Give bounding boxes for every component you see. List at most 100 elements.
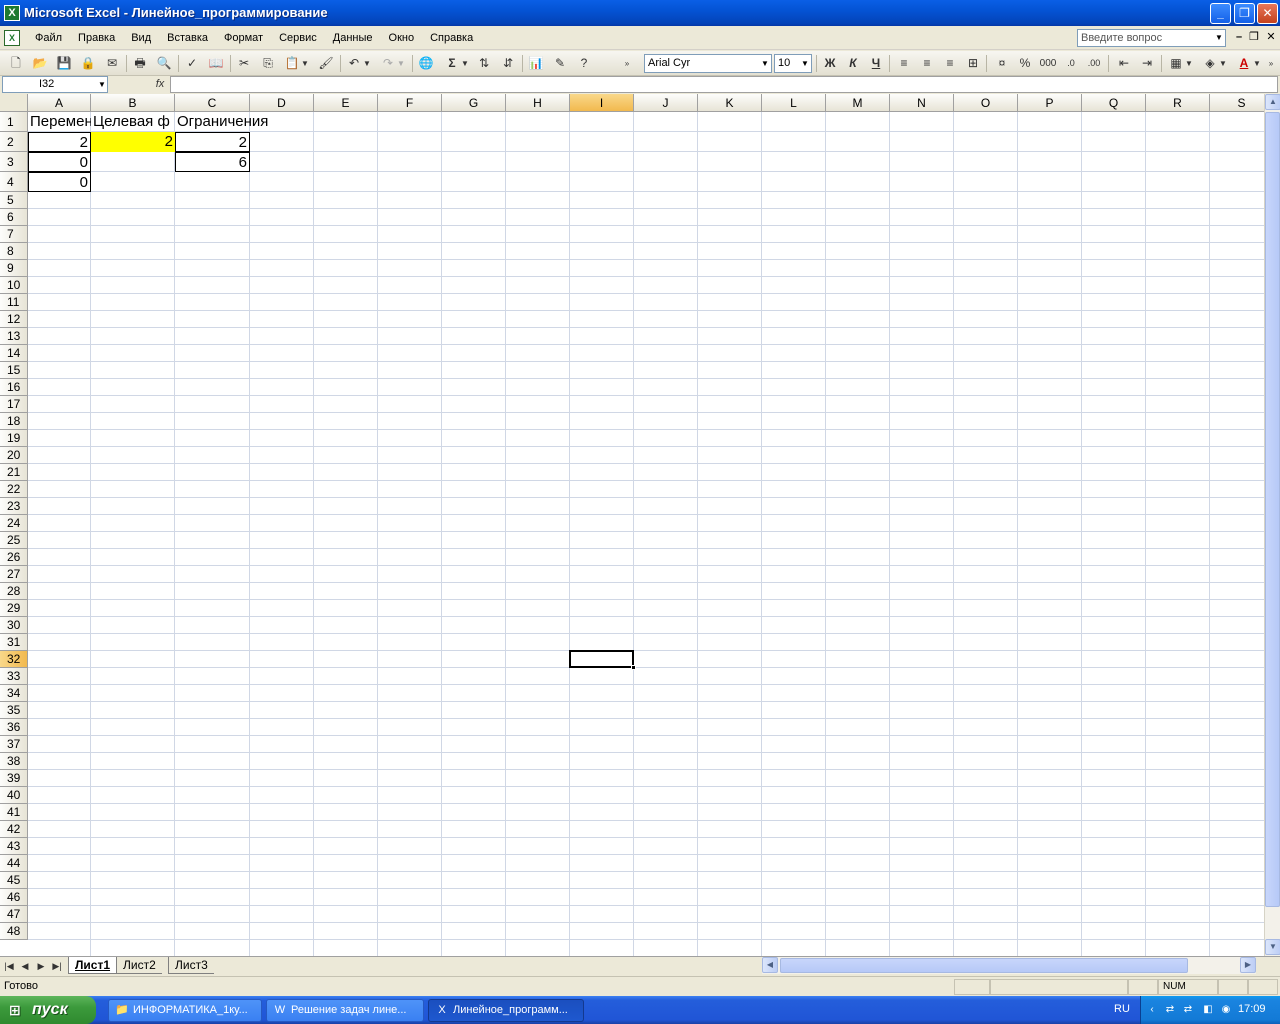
menu-item[interactable]: Вид bbox=[123, 26, 159, 50]
prev-sheet-icon[interactable]: ◀ bbox=[18, 959, 32, 973]
borders-icon[interactable]: ▦ bbox=[1166, 54, 1186, 73]
font-color-dropdown-icon[interactable]: ▼ bbox=[1252, 54, 1262, 73]
scroll-down-icon[interactable]: ▼ bbox=[1265, 939, 1280, 955]
hyperlink-icon[interactable]: 🌐 bbox=[416, 54, 436, 73]
row-header[interactable]: 34 bbox=[0, 685, 28, 702]
menu-item[interactable]: Правка bbox=[70, 26, 123, 50]
font-size-dropdown-icon[interactable]: ▼ bbox=[799, 55, 811, 72]
row-header[interactable]: 38 bbox=[0, 753, 28, 770]
row-header[interactable]: 32 bbox=[0, 651, 28, 668]
merge-center-icon[interactable]: ⊞ bbox=[963, 54, 983, 73]
redo-icon[interactable]: ↷ bbox=[378, 54, 398, 73]
column-header[interactable]: H bbox=[506, 94, 570, 112]
format-painter-icon[interactable]: 🖌 bbox=[316, 54, 336, 73]
fill-color-dropdown-icon[interactable]: ▼ bbox=[1218, 54, 1228, 73]
help-icon[interactable]: ? bbox=[574, 54, 594, 73]
taskbar-button[interactable]: X Линейное_программ... bbox=[428, 999, 584, 1022]
percent-button[interactable]: % bbox=[1015, 54, 1035, 73]
row-header[interactable]: 6 bbox=[0, 209, 28, 226]
cell-a1[interactable]: Перемен bbox=[28, 112, 91, 132]
undo-icon[interactable]: ↶ bbox=[344, 54, 364, 73]
column-header[interactable]: A bbox=[28, 94, 91, 112]
menu-item[interactable]: Окно bbox=[381, 26, 423, 50]
drawing-icon[interactable]: ✎ bbox=[550, 54, 570, 73]
row-header[interactable]: 20 bbox=[0, 447, 28, 464]
undo-dropdown-icon[interactable]: ▼ bbox=[362, 54, 372, 73]
row-header[interactable]: 19 bbox=[0, 430, 28, 447]
tray-expand-icon[interactable]: ‹ bbox=[1145, 1003, 1159, 1017]
align-right-icon[interactable]: ≡ bbox=[940, 54, 960, 73]
column-header[interactable]: D bbox=[250, 94, 314, 112]
scroll-up-icon[interactable]: ▲ bbox=[1265, 94, 1280, 110]
worksheet-grid[interactable]: A B C D E F G H I J K L M N O P Q R S 1 2 3 4 5 6 7 8 9 10 11 12 13 14 15… bbox=[0, 94, 1264, 956]
row-header[interactable]: 40 bbox=[0, 787, 28, 804]
minimize-button[interactable]: _ bbox=[1210, 3, 1231, 24]
select-all-corner[interactable] bbox=[0, 94, 28, 112]
cut-icon[interactable]: ✂ bbox=[234, 54, 254, 73]
column-header[interactable]: J bbox=[634, 94, 698, 112]
italic-button[interactable]: К bbox=[843, 54, 863, 73]
cell-b1[interactable]: Целевая ф bbox=[91, 112, 175, 132]
scroll-right-icon[interactable]: ▶ bbox=[1240, 957, 1256, 973]
sort-ascending-icon[interactable]: ⇅ bbox=[474, 54, 494, 73]
active-cell-selection[interactable] bbox=[569, 650, 634, 668]
copy-icon[interactable]: ⎘ bbox=[258, 54, 278, 73]
close-button[interactable]: ✕ bbox=[1257, 3, 1278, 24]
row-header[interactable]: 29 bbox=[0, 600, 28, 617]
row-header[interactable]: 1 bbox=[0, 112, 28, 132]
column-header[interactable]: M bbox=[826, 94, 890, 112]
row-header[interactable]: 36 bbox=[0, 719, 28, 736]
row-header[interactable]: 17 bbox=[0, 396, 28, 413]
row-header[interactable]: 13 bbox=[0, 328, 28, 345]
cell-a3[interactable]: 0 bbox=[28, 152, 91, 172]
column-header[interactable]: Q bbox=[1082, 94, 1146, 112]
row-header[interactable]: 8 bbox=[0, 243, 28, 260]
chart-wizard-icon[interactable]: 📊 bbox=[526, 54, 546, 73]
network-icon[interactable]: ⇄ bbox=[1181, 1003, 1195, 1017]
increase-indent-icon[interactable]: ⇥ bbox=[1137, 54, 1157, 73]
font-name-combo[interactable]: Arial Cyr bbox=[644, 54, 772, 73]
vertical-scrollbar[interactable]: ▲ ▼ bbox=[1264, 94, 1280, 956]
row-header[interactable]: 28 bbox=[0, 583, 28, 600]
row-header[interactable]: 41 bbox=[0, 804, 28, 821]
document-icon[interactable]: X bbox=[4, 30, 20, 46]
ask-question-dropdown-icon[interactable]: ▼ bbox=[1213, 30, 1225, 46]
row-header[interactable]: 11 bbox=[0, 294, 28, 311]
security-icon[interactable]: ◉ bbox=[1219, 1003, 1233, 1017]
row-header[interactable]: 7 bbox=[0, 226, 28, 243]
toolbar-options-icon[interactable]: » bbox=[622, 54, 632, 73]
cell-c3[interactable]: 6 bbox=[175, 152, 250, 172]
row-header[interactable]: 24 bbox=[0, 515, 28, 532]
column-header[interactable]: I bbox=[570, 94, 634, 112]
insert-function-icon[interactable]: fx bbox=[152, 76, 168, 93]
column-header[interactable]: L bbox=[762, 94, 826, 112]
row-header[interactable]: 4 bbox=[0, 172, 28, 192]
row-header[interactable]: 18 bbox=[0, 413, 28, 430]
column-header[interactable]: G bbox=[442, 94, 506, 112]
row-header[interactable]: 44 bbox=[0, 855, 28, 872]
row-header[interactable]: 14 bbox=[0, 345, 28, 362]
scroll-left-icon[interactable]: ◀ bbox=[762, 957, 778, 973]
row-header[interactable]: 31 bbox=[0, 634, 28, 651]
doc-close-button[interactable]: ✕ bbox=[1264, 30, 1278, 44]
maximize-button[interactable]: ❐ bbox=[1234, 3, 1255, 24]
column-header[interactable]: O bbox=[954, 94, 1018, 112]
toolbar-options-icon[interactable]: » bbox=[1266, 54, 1276, 73]
column-header[interactable]: B bbox=[91, 94, 175, 112]
doc-restore-button[interactable]: ❐ bbox=[1247, 30, 1261, 44]
row-header[interactable]: 16 bbox=[0, 379, 28, 396]
name-box-dropdown-icon[interactable]: ▼ bbox=[96, 77, 108, 92]
menu-item[interactable]: Данные bbox=[325, 26, 381, 50]
menu-item[interactable]: Сервис bbox=[271, 26, 325, 50]
cell-c2[interactable]: 2 bbox=[175, 132, 250, 152]
borders-dropdown-icon[interactable]: ▼ bbox=[1184, 54, 1194, 73]
menu-item[interactable]: Справка bbox=[422, 26, 481, 50]
row-header[interactable]: 22 bbox=[0, 481, 28, 498]
cell-a2[interactable]: 2 bbox=[28, 132, 91, 152]
column-header[interactable]: C bbox=[175, 94, 250, 112]
tray-app-icon[interactable]: ◧ bbox=[1201, 1003, 1215, 1017]
open-folder-icon[interactable]: 📂 bbox=[30, 54, 50, 73]
cell-b2[interactable]: 2 bbox=[91, 132, 175, 152]
name-box[interactable]: I32 bbox=[2, 76, 108, 93]
row-header[interactable]: 43 bbox=[0, 838, 28, 855]
